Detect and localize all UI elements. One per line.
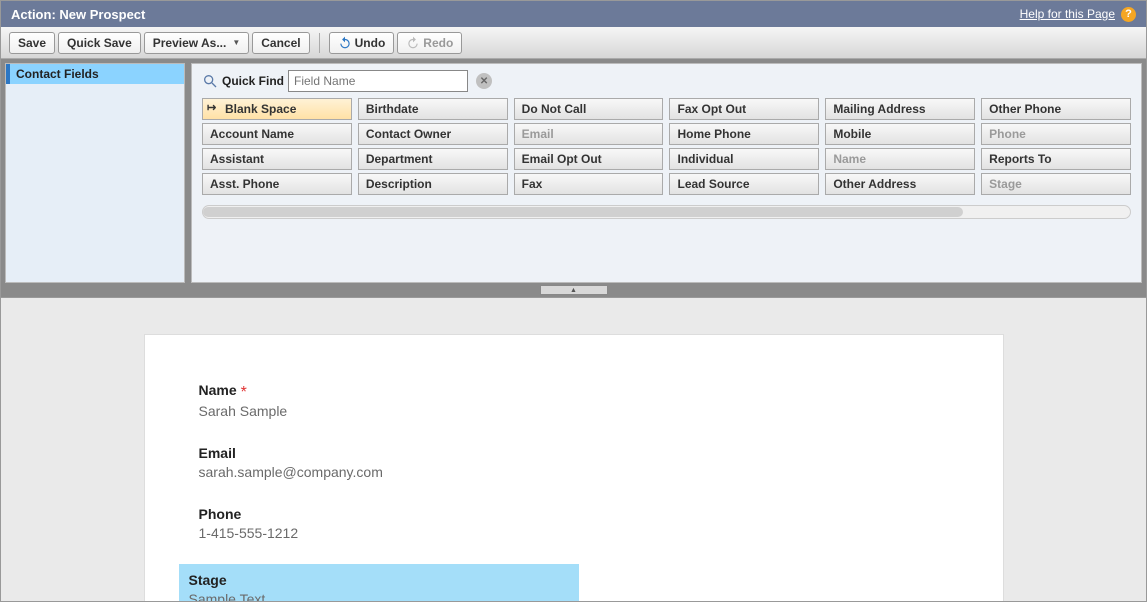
field-chip[interactable]: Individual (669, 148, 819, 170)
help-link[interactable]: Help for this Page (1020, 7, 1115, 21)
field-chip[interactable]: Other Address (825, 173, 975, 195)
layout-field[interactable]: Stage Sample Text (179, 564, 579, 601)
layout-field-label-row: Phone (199, 506, 949, 522)
field-chip[interactable]: Fax (514, 173, 664, 195)
page-header: Action: New Prospect Help for this Page … (1, 1, 1146, 27)
field-chip[interactable]: Email (514, 123, 664, 145)
layout-field-label: Phone (199, 506, 242, 522)
toolbar: Save Quick Save Preview As... Cancel Und… (1, 27, 1146, 59)
field-chip[interactable]: Email Opt Out (514, 148, 664, 170)
preview-as-button[interactable]: Preview As... (144, 32, 250, 54)
palette-scrollbar-thumb[interactable] (203, 207, 963, 217)
redo-icon (406, 36, 420, 50)
field-chip[interactable]: Do Not Call (514, 98, 664, 120)
layout-field-label-row: Email (199, 445, 949, 461)
layout-field-label: Email (199, 445, 236, 461)
field-chip[interactable]: Reports To (981, 148, 1131, 170)
palette-scrollbar[interactable] (202, 205, 1131, 219)
app-root: Action: New Prospect Help for this Page … (0, 0, 1147, 602)
redo-button[interactable]: Redo (397, 32, 462, 54)
field-chip[interactable]: Contact Owner (358, 123, 508, 145)
quick-find-input[interactable] (288, 70, 468, 92)
help-icon[interactable]: ? (1121, 7, 1136, 22)
search-icon (202, 73, 218, 89)
layout-field[interactable]: Phone 1-415-555-1212 (199, 503, 949, 544)
collapse-up-icon (540, 285, 608, 295)
undo-label: Undo (355, 36, 386, 50)
field-grid: Blank Space Birthdate Do Not CallFax Opt O… (192, 98, 1141, 201)
field-chip[interactable]: Name (825, 148, 975, 170)
field-chip[interactable]: Department (358, 148, 508, 170)
required-icon: * (241, 384, 247, 401)
field-chip[interactable]: Asst. Phone (202, 173, 352, 195)
sidebar-item-contact-fields[interactable]: Contact Fields (6, 64, 184, 84)
field-chip[interactable]: Birthdate (358, 98, 508, 120)
field-chip[interactable]: Home Phone (669, 123, 819, 145)
layout-field-label: Stage (189, 572, 227, 588)
quick-find-row: Quick Find ✕ (192, 64, 1141, 98)
cancel-button[interactable]: Cancel (252, 32, 309, 54)
field-chip[interactable]: Mailing Address (825, 98, 975, 120)
field-palette: Quick Find ✕ Blank Space Birthdate Do Not … (191, 63, 1142, 283)
redo-label: Redo (423, 36, 453, 50)
page-title: Action: New Prospect (11, 7, 145, 22)
layout-field[interactable]: Email sarah.sample@company.com (199, 442, 949, 483)
field-chip[interactable]: Stage (981, 173, 1131, 195)
field-chip[interactable]: Account Name (202, 123, 352, 145)
field-chip[interactable]: Phone (981, 123, 1131, 145)
field-chip[interactable]: Other Phone (981, 98, 1131, 120)
layout-field-label: Name (199, 382, 237, 398)
field-chip[interactable]: Mobile (825, 123, 975, 145)
main-area: Contact Fields Quick Find ✕ Blank SpaceB… (1, 59, 1146, 601)
sidebar: Contact Fields (5, 63, 185, 283)
layout-field-value: sarah.sample@company.com (199, 464, 949, 480)
undo-icon (338, 36, 352, 50)
layout-field-value: Sample Text (189, 591, 569, 601)
layout-field-value: Sarah Sample (199, 403, 949, 419)
field-chip[interactable]: Lead Source (669, 173, 819, 195)
field-chip[interactable]: Assistant (202, 148, 352, 170)
layout-field-value: 1-415-555-1212 (199, 525, 949, 541)
toolbar-separator (319, 33, 320, 53)
canvas-wrap: Name* Sarah Sample Email sarah.sample@compa… (1, 297, 1146, 601)
layout-field[interactable]: Name* Sarah Sample (199, 379, 949, 422)
header-right: Help for this Page ? (1020, 7, 1136, 22)
field-chip[interactable]: Description (358, 173, 508, 195)
layout-canvas[interactable]: Name* Sarah Sample Email sarah.sample@compa… (144, 334, 1004, 601)
top-split: Contact Fields Quick Find ✕ Blank SpaceB… (1, 59, 1146, 283)
palette-collapse-handle[interactable] (1, 283, 1146, 297)
quick-save-button[interactable]: Quick Save (58, 32, 141, 54)
layout-field-label-row: Name* (199, 382, 949, 400)
field-chip[interactable]: Fax Opt Out (669, 98, 819, 120)
undo-button[interactable]: Undo (329, 32, 395, 54)
quick-find-label: Quick Find (222, 74, 284, 88)
quick-find-clear-icon[interactable]: ✕ (476, 73, 492, 89)
layout-field-label-row: Stage (189, 572, 569, 588)
save-button[interactable]: Save (9, 32, 55, 54)
field-chip[interactable]: Blank Space (202, 98, 352, 120)
